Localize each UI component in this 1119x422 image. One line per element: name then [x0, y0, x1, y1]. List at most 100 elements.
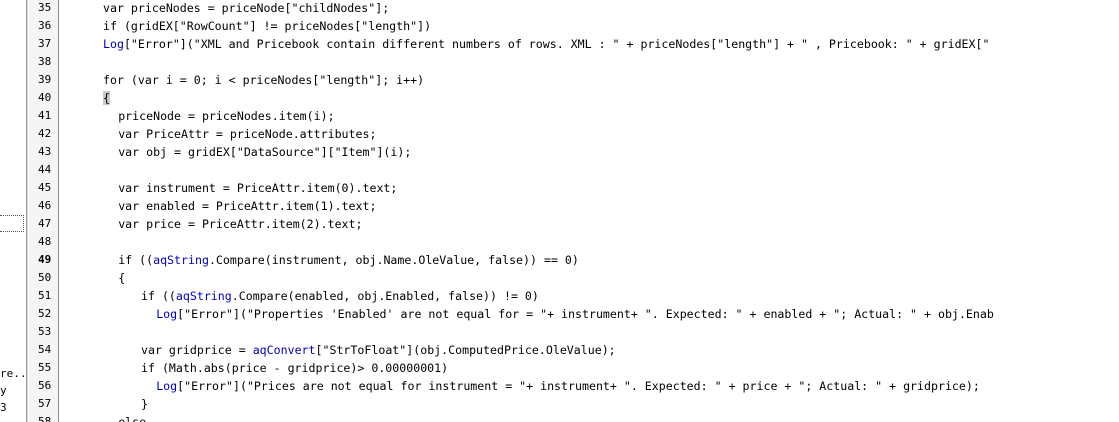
line-number: 39	[38, 73, 52, 86]
code-line[interactable]: 56 Log["Error"]("Prices are not equal for…	[29, 377, 1119, 395]
code-token: if (Math.abs(price - gridprice)> 0.00000…	[141, 361, 449, 375]
code-token: var price = PriceAttr.item(2).text;	[118, 217, 363, 231]
code-token: var enabled = PriceAttr.item(1).text;	[118, 199, 377, 213]
code-line[interactable]: 52 Log["Error"]("Properties 'Enabled' are…	[29, 305, 1119, 323]
line-number: 42	[38, 127, 52, 140]
code-line[interactable]: 48	[29, 233, 1119, 251]
line-code: }	[141, 395, 148, 413]
line-code: var gridprice = aqConvert["StrToFloat"](…	[141, 341, 616, 359]
line-number: 37	[38, 37, 52, 50]
line-number: 49	[38, 253, 52, 266]
code-line[interactable]: 47 var price = PriceAttr.item(2).text;	[29, 215, 1119, 233]
line-code: Log["Error"]("Properties 'Enabled' are n…	[156, 305, 994, 323]
code-token: ["Error"]("XML and Pricebook contain dif…	[123, 37, 990, 51]
code-line[interactable]: 37 Log["Error"]("XML and Pricebook contai…	[29, 35, 1119, 53]
code-line[interactable]: 46 var enabled = PriceAttr.item(1).text;	[29, 197, 1119, 215]
code-identifier: aqString	[153, 253, 209, 267]
line-code: Log["Error"]("XML and Pricebook contain …	[103, 35, 989, 53]
line-code: Log["Error"]("Prices are not equal for i…	[156, 377, 980, 395]
code-line[interactable]: 41 priceNode = priceNodes.item(i);	[29, 107, 1119, 125]
line-code: var instrument = PriceAttr.item(0).text;	[118, 179, 397, 197]
line-number: 56	[38, 379, 52, 392]
code-token: var instrument = PriceAttr.item(0).text;	[118, 181, 398, 195]
code-identifier: aqConvert	[252, 343, 316, 357]
code-line[interactable]: 53	[29, 323, 1119, 341]
line-number: 45	[38, 181, 52, 194]
line-code: var PriceAttr = priceNode.attributes;	[118, 125, 376, 143]
code-token: {	[118, 271, 126, 285]
line-number: 57	[38, 397, 52, 410]
code-token: priceNode = priceNodes.item(i);	[118, 109, 335, 123]
code-token: if (gridEX["RowCount"] != priceNodes["le…	[103, 19, 432, 33]
code-line[interactable]: 44	[29, 161, 1119, 179]
line-code: for (var i = 0; i < priceNodes["length"]…	[103, 71, 424, 89]
line-number: 53	[38, 325, 52, 338]
line-code: if ((aqString.Compare(enabled, obj.Enabl…	[141, 287, 539, 305]
line-number: 47	[38, 217, 52, 230]
code-lines[interactable]: 35 var priceNodes = priceNode["childNodes…	[29, 0, 1119, 422]
code-line[interactable]: 55 if (Math.abs(price - gridprice)> 0.000…	[29, 359, 1119, 377]
code-line[interactable]: 49 if ((aqString.Compare(instrument, obj.…	[29, 251, 1119, 269]
line-number: 44	[38, 163, 52, 176]
line-code: var price = PriceAttr.item(2).text;	[118, 215, 362, 233]
code-line[interactable]: 43 var obj = gridEX["DataSource"]["Item"]…	[29, 143, 1119, 161]
left-panel: re... y 3	[0, 0, 33, 422]
line-code: var obj = gridEX["DataSource"]["Item"](i…	[118, 143, 411, 161]
code-token: }	[141, 397, 148, 411]
code-identifier: Log	[103, 37, 124, 51]
line-code: var enabled = PriceAttr.item(1).text;	[118, 197, 376, 215]
matched-brace: {	[103, 91, 110, 105]
code-line[interactable]: 51 if ((aqString.Compare(enabled, obj.Ena…	[29, 287, 1119, 305]
line-code: if (gridEX["RowCount"] != priceNodes["le…	[103, 17, 431, 35]
line-number: 43	[38, 145, 52, 158]
code-line[interactable]: 50 {	[29, 269, 1119, 287]
line-number: 40	[38, 91, 52, 104]
code-line[interactable]: 40 {	[29, 89, 1119, 107]
left-panel-text: y	[0, 384, 7, 397]
left-panel-text: 3	[0, 401, 7, 414]
line-code: if (Math.abs(price - gridprice)> 0.00000…	[141, 359, 448, 377]
line-code: {	[103, 89, 110, 107]
line-number: 58	[38, 415, 52, 422]
line-number: 46	[38, 199, 52, 212]
code-identifier: Log	[156, 379, 178, 393]
code-token: for (var i = 0; i < priceNodes["length"]…	[103, 73, 425, 87]
code-line[interactable]: 39 for (var i = 0; i < priceNodes["length…	[29, 71, 1119, 89]
line-number: 48	[38, 235, 52, 248]
line-number: 52	[38, 307, 52, 320]
line-code: else	[118, 413, 146, 422]
code-token: var gridprice =	[141, 343, 253, 357]
code-token: if ((	[141, 289, 176, 303]
code-line[interactable]: 42 var PriceAttr = priceNode.attributes;	[29, 125, 1119, 143]
line-code: if ((aqString.Compare(instrument, obj.Na…	[118, 251, 579, 269]
code-token: var PriceAttr = priceNode.attributes;	[118, 127, 377, 141]
code-token: ["Error"]("Prices are not equal for inst…	[177, 379, 980, 393]
tree-item-focus[interactable]	[0, 215, 24, 232]
code-line[interactable]: 54 var gridprice = aqConvert["StrToFloat"…	[29, 341, 1119, 359]
line-number: 38	[38, 55, 52, 68]
code-token: .Compare(enabled, obj.Enabled, false)) !…	[231, 289, 539, 303]
code-token: .Compare(instrument, obj.Name.OleValue, …	[208, 253, 579, 267]
code-identifier: Log	[156, 307, 178, 321]
code-line[interactable]: 57}	[29, 395, 1119, 413]
code-line[interactable]: 36 if (gridEX["RowCount"] != priceNodes["…	[29, 17, 1119, 35]
code-token: else	[118, 415, 147, 422]
line-number: 35	[38, 1, 52, 14]
code-token: var obj = gridEX["DataSource"]["Item"](i…	[118, 145, 412, 159]
code-line[interactable]: 58 else	[29, 413, 1119, 422]
code-token: ["StrToFloat"](obj.ComputedPrice.OleValu…	[315, 343, 616, 357]
line-number: 51	[38, 289, 52, 302]
code-line[interactable]: 45 var instrument = PriceAttr.item(0).tex…	[29, 179, 1119, 197]
line-number: 54	[38, 343, 52, 356]
code-line[interactable]: 38	[29, 53, 1119, 71]
line-number: 55	[38, 361, 52, 374]
line-code: priceNode = priceNodes.item(i);	[118, 107, 334, 125]
code-line[interactable]: 35 var priceNodes = priceNode["childNodes…	[29, 0, 1119, 17]
line-code: {	[118, 269, 125, 287]
code-token: if ((	[118, 253, 154, 267]
code-editor[interactable]: 35 var priceNodes = priceNode["childNodes…	[29, 0, 1119, 422]
code-token: ["Error"]("Properties 'Enabled' are not …	[177, 307, 994, 321]
code-token: var priceNodes = priceNode["childNodes"]…	[103, 1, 390, 15]
line-code: var priceNodes = priceNode["childNodes"]…	[103, 0, 389, 17]
line-number: 41	[38, 109, 52, 122]
